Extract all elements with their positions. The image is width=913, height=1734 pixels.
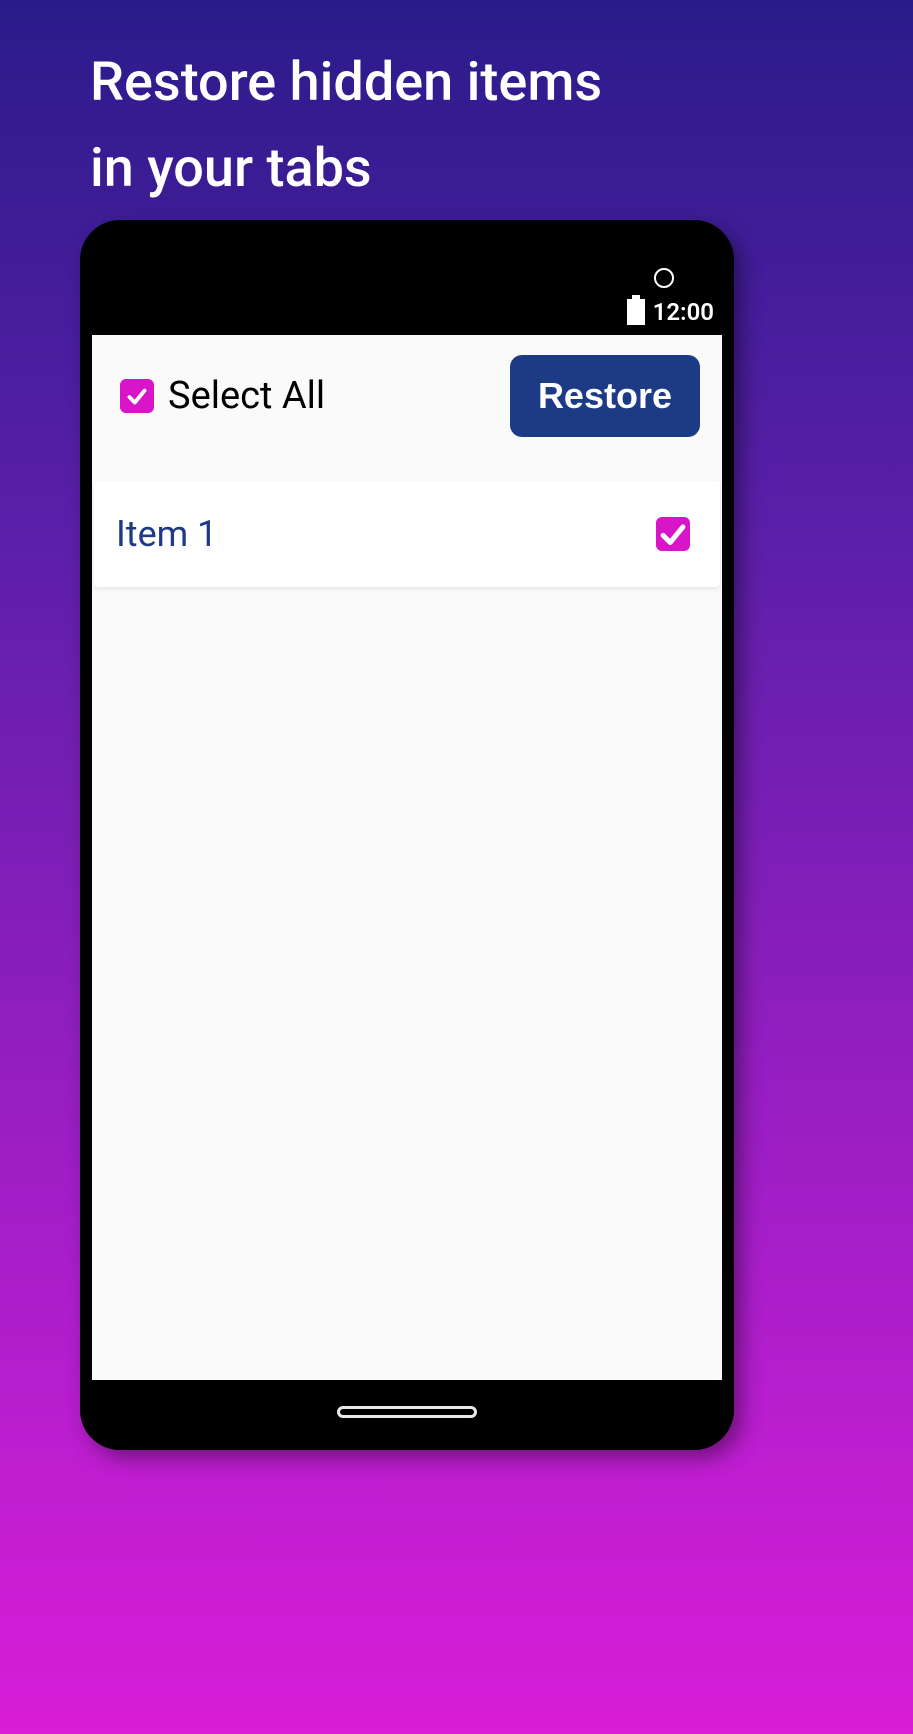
item-checkbox[interactable]: [656, 517, 690, 551]
check-icon: [656, 517, 690, 551]
title-line-1: Restore hidden items: [90, 40, 823, 126]
select-all-group[interactable]: Select All: [120, 374, 325, 418]
home-indicator: [337, 1406, 477, 1418]
page-title: Restore hidden items in your tabs: [0, 0, 913, 213]
battery-icon: [627, 299, 645, 325]
camera-icon: [654, 268, 674, 288]
title-line-2: in your tabs: [90, 126, 823, 212]
select-all-label: Select All: [168, 374, 325, 418]
item-label: Item 1: [116, 513, 217, 555]
status-time: 12:00: [653, 298, 714, 326]
toolbar: Select All Restore: [92, 335, 722, 469]
select-all-checkbox[interactable]: [120, 379, 154, 413]
restore-button[interactable]: Restore: [510, 355, 700, 437]
status-bar: 12:00: [627, 298, 714, 326]
list-item[interactable]: Item 1: [94, 481, 720, 587]
phone-frame: 12:00 Select All Restore Item 1: [80, 220, 734, 1450]
app-screen: Select All Restore Item 1: [92, 335, 722, 1380]
check-icon: [124, 383, 150, 409]
item-list: Item 1: [92, 469, 722, 599]
